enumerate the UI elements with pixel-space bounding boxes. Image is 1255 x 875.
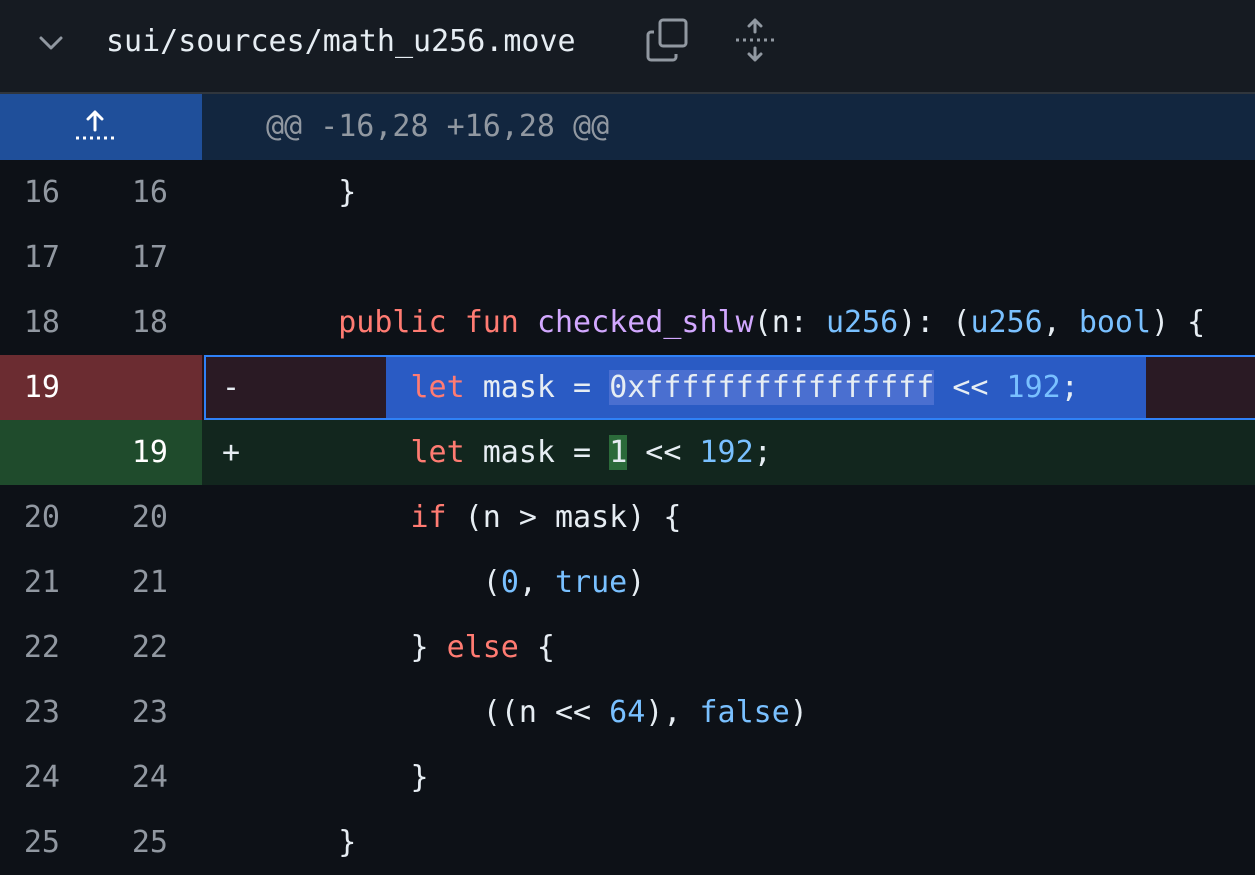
old-line-number[interactable]: 17 — [0, 225, 60, 290]
diff-line: 21 21 (0, true) — [0, 550, 1255, 615]
new-line-number[interactable]: 25 — [100, 810, 168, 875]
new-line-number[interactable]: 23 — [100, 680, 168, 745]
new-line-number[interactable]: 21 — [100, 550, 168, 615]
code-line: } — [266, 175, 357, 210]
new-line-number[interactable]: 24 — [100, 745, 168, 810]
new-line-number[interactable]: 16 — [100, 160, 168, 225]
code-line: public fun checked_shlw(n: u256): (u256,… — [338, 305, 1206, 340]
code-line: let mask = 1 << 192; — [410, 435, 772, 470]
old-line-number[interactable]: 24 — [0, 745, 60, 810]
old-line-number[interactable] — [0, 420, 60, 485]
hunk-range: @@ -16,28 +16,28 @@ — [266, 109, 610, 144]
code-line: } else { — [266, 630, 555, 665]
diff-line: 23 23 ((n << 64), false) — [0, 680, 1255, 745]
old-line-number[interactable]: 23 — [0, 680, 60, 745]
new-line-number[interactable]: 20 — [100, 485, 168, 550]
code-line: (0, true) — [266, 565, 646, 600]
expand-up-icon[interactable] — [72, 106, 118, 146]
diff-line: 24 24 } — [0, 745, 1255, 810]
diff-line: 16 16 } — [0, 160, 1255, 225]
diff-line: 18 18 public fun checked_shlw(n: u256): … — [0, 290, 1255, 355]
diff-line: 20 20 if (n > mask) { — [0, 485, 1255, 550]
old-line-number[interactable]: 16 — [0, 160, 60, 225]
code-line: ((n << 64), false) — [266, 695, 808, 730]
hunk-expand-button[interactable] — [0, 94, 202, 160]
old-line-number[interactable]: 20 — [0, 485, 60, 550]
copy-icon[interactable] — [644, 16, 692, 64]
code-line: } — [266, 760, 429, 795]
file-path[interactable]: sui/sources/math_u256.move — [106, 20, 576, 64]
new-line-number[interactable]: 17 — [100, 225, 168, 290]
new-line-number[interactable]: 18 — [100, 290, 168, 355]
new-line-number[interactable]: 19 — [100, 420, 168, 485]
code-line: } — [266, 825, 357, 860]
new-line-number[interactable]: 22 — [100, 615, 168, 680]
old-line-number[interactable]: 18 — [0, 290, 60, 355]
diff-line-deleted: 19 - let mask = 0xffffffffffffffff << 19… — [0, 355, 1255, 420]
new-line-number[interactable] — [100, 355, 168, 420]
old-line-number[interactable]: 21 — [0, 550, 60, 615]
diff-line: 22 22 } else { — [0, 615, 1255, 680]
diff-line: 25 25 } — [0, 810, 1255, 875]
code-line: let mask = 0xffffffffffffffff << 192; — [410, 370, 1079, 405]
diff-line-added: 19 + let mask = 1 << 192; — [0, 420, 1255, 485]
diff-marker: - — [222, 370, 241, 405]
expand-icon[interactable] — [732, 16, 778, 64]
code-line: if (n > mask) { — [410, 500, 682, 535]
old-line-number[interactable]: 22 — [0, 615, 60, 680]
file-header: sui/sources/math_u256.move — [0, 0, 1255, 94]
old-line-number[interactable]: 19 — [0, 355, 60, 420]
chevron-down-icon[interactable] — [34, 26, 68, 60]
diff-line: 17 17 — [0, 225, 1255, 290]
old-line-number[interactable]: 25 — [0, 810, 60, 875]
hunk-header: @@ -16,28 +16,28 @@ — [0, 94, 1255, 160]
diff-marker: + — [222, 435, 241, 470]
